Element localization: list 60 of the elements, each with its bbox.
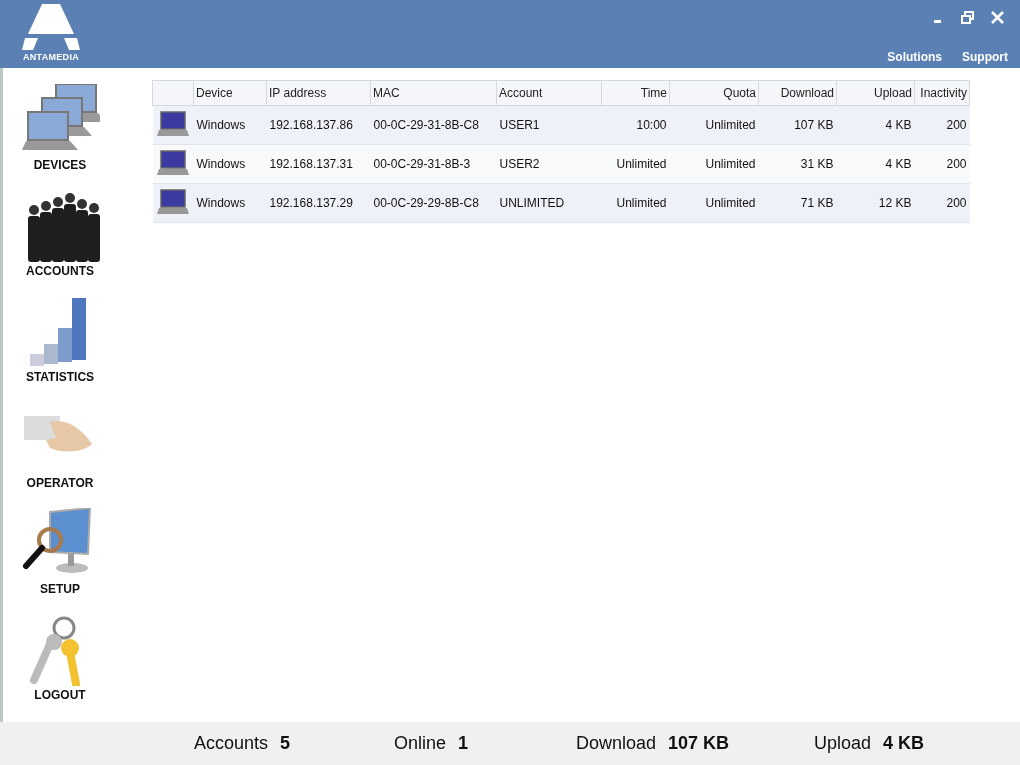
laptop-icon	[156, 110, 189, 137]
sidebar-item[interactable]: ACCOUNTS	[20, 184, 100, 278]
table-cell: 200	[914, 183, 970, 223]
nav-link[interactable]: Support	[962, 50, 1008, 64]
table-cell: 107 KB	[758, 105, 837, 145]
logo-icon	[22, 4, 80, 50]
table-cell: USER1	[496, 105, 602, 145]
nav-link[interactable]: Solutions	[887, 50, 942, 64]
laptop-icon	[156, 188, 189, 215]
table-cell: Unlimited	[601, 144, 670, 184]
table-cell: 10:00	[601, 105, 670, 145]
column-header[interactable]: Download	[758, 80, 837, 106]
table-cell: 4 KB	[836, 105, 915, 145]
table-cell: 4 KB	[836, 144, 915, 184]
table-cell: 192.168.137.31	[266, 144, 371, 184]
table-cell: Unlimited	[669, 105, 759, 145]
column-header[interactable]: Account	[496, 80, 602, 106]
table-cell: 192.168.137.29	[266, 183, 371, 223]
table-cell: Windows	[193, 105, 267, 145]
sidebar-item[interactable]: OPERATOR	[20, 396, 100, 490]
column-header[interactable]: Inactivity	[914, 80, 970, 106]
table-cell: Windows	[193, 183, 267, 223]
table-cell: UNLIMITED	[496, 183, 602, 223]
table-cell: 00-0C-29-29-8B-C8	[370, 183, 497, 223]
table-cell: 00-0C-29-31-8B-C8	[370, 105, 497, 145]
table-cell: 12 KB	[836, 183, 915, 223]
sidebar-item[interactable]: STATISTICS	[20, 290, 100, 384]
table-cell: USER2	[496, 144, 602, 184]
table-cell: 00-0C-29-31-8B-3	[370, 144, 497, 184]
table-cell: 200	[914, 105, 970, 145]
status-label: Upload	[814, 733, 872, 754]
status-label: Online	[394, 733, 447, 754]
table-cell: Unlimited	[669, 183, 759, 223]
status-value: 5	[280, 733, 291, 754]
column-header[interactable]: Time	[601, 80, 670, 106]
logo-text: ANTAMEDIA	[23, 52, 79, 62]
status-value: 1	[458, 733, 469, 754]
column-header[interactable]: MAC	[370, 80, 497, 106]
status-label: Accounts	[194, 733, 269, 754]
status-label: Download	[576, 733, 657, 754]
table-cell: Unlimited	[601, 183, 670, 223]
column-header[interactable]: Device	[193, 80, 267, 106]
table-cell: 192.168.137.86	[266, 105, 371, 145]
column-header[interactable]: Upload	[836, 80, 915, 106]
column-header[interactable]: Quota	[669, 80, 759, 106]
column-header[interactable]: IP address	[266, 80, 371, 106]
minimize-icon	[933, 19, 941, 23]
table-cell: 71 KB	[758, 183, 837, 223]
restore-icon	[960, 10, 974, 24]
table-cell: Unlimited	[669, 144, 759, 184]
sidebar-item[interactable]: SETUP	[20, 502, 100, 596]
close-icon	[990, 10, 1004, 24]
sidebar-item[interactable]: DEVICES	[20, 78, 100, 172]
table-cell: 31 KB	[758, 144, 837, 184]
laptop-icon	[156, 149, 189, 176]
sidebar-item[interactable]: LOGOUT	[20, 608, 100, 702]
table-cell: Windows	[193, 144, 267, 184]
status-value: 107 KB	[668, 733, 730, 754]
status-value: 4 KB	[883, 733, 925, 754]
table-cell: 200	[914, 144, 970, 184]
